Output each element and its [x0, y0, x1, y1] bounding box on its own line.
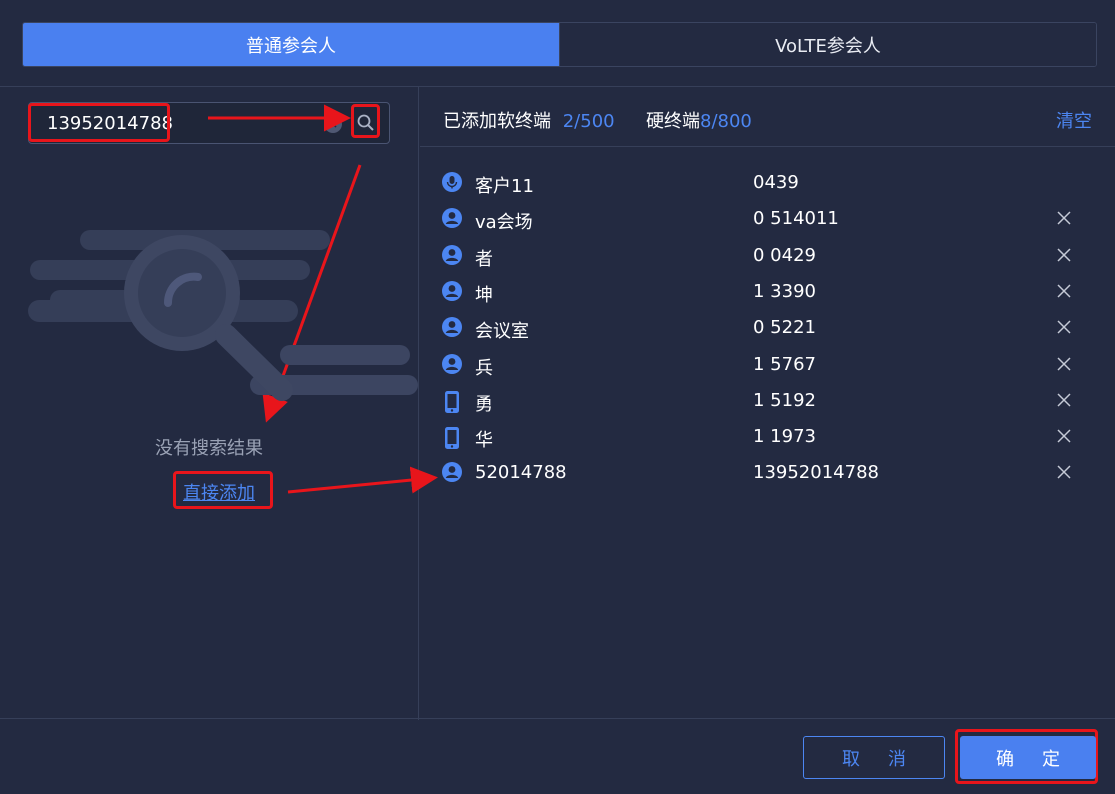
- participant-number: 1 5767: [753, 353, 816, 375]
- participant-row: 华 1 1973: [420, 418, 1115, 454]
- divider: [420, 146, 1115, 147]
- microphone-icon: [442, 172, 462, 194]
- confirm-button[interactable]: 确定: [960, 736, 1096, 779]
- remove-participant-icon[interactable]: [1056, 319, 1072, 335]
- user-icon: [442, 462, 462, 484]
- participant-number: 0 514011: [753, 208, 839, 230]
- phone-icon: [442, 390, 462, 413]
- participant-row: va会场 0 514011: [420, 200, 1115, 236]
- user-icon: [442, 353, 462, 376]
- participant-name: 勇: [475, 393, 493, 415]
- participant-name: 会议室: [475, 321, 529, 343]
- hard-terminal-label: 硬终端: [646, 111, 700, 132]
- participant-name: va会场: [475, 212, 533, 234]
- no-results-message: 没有搜索结果: [155, 438, 263, 459]
- remove-participant-icon[interactable]: [1056, 392, 1072, 408]
- add-directly-link[interactable]: 直接添加: [183, 479, 255, 505]
- participant-name: 客户11: [475, 176, 534, 197]
- participant-row: 客户11 0439: [420, 164, 1115, 200]
- user-icon: [442, 280, 462, 303]
- cancel-button[interactable]: 取消: [803, 736, 945, 779]
- soft-terminal-count: 2/500: [562, 111, 615, 132]
- clear-all-button[interactable]: 清空: [1056, 107, 1092, 133]
- participant-name: 兵: [475, 357, 493, 379]
- participant-name: 者: [475, 248, 493, 270]
- participant-number: 13952014788: [753, 462, 879, 484]
- participant-number: 1 3390: [753, 280, 816, 302]
- annotation-arrow: [287, 466, 438, 494]
- participant-row: 者 0 0429: [420, 237, 1115, 273]
- soft-terminal-label: 已添加软终端: [443, 111, 551, 132]
- remove-participant-icon[interactable]: [1056, 464, 1072, 480]
- participant-row: 52014788 13952014788: [420, 454, 1115, 490]
- hard-terminal-summary: 硬终端8/800: [646, 107, 752, 133]
- participant-name: 52014788: [475, 462, 567, 484]
- remove-participant-icon[interactable]: [1056, 283, 1072, 299]
- participant-number: 1 5192: [753, 389, 816, 411]
- remove-participant-icon[interactable]: [1056, 428, 1072, 444]
- soft-terminal-summary: 已添加软终端 2/500: [443, 107, 615, 133]
- user-icon: [442, 208, 462, 230]
- remove-participant-icon[interactable]: [1056, 210, 1072, 226]
- participant-number: 0 0429: [753, 244, 816, 266]
- remove-participant-icon[interactable]: [1056, 247, 1072, 263]
- user-icon: [442, 317, 462, 339]
- participant-row: 勇 1 5192: [420, 382, 1115, 418]
- user-icon: [442, 244, 462, 267]
- participant-number: 1 1973: [753, 426, 816, 448]
- participant-row: 坤 1 3390: [420, 273, 1115, 309]
- phone-icon: [442, 426, 462, 450]
- participant-name: 坤: [475, 284, 493, 306]
- participant-name: 华: [475, 430, 493, 452]
- remove-participant-icon[interactable]: [1056, 356, 1072, 372]
- participant-row: 会议室 0 5221: [420, 309, 1115, 345]
- hard-terminal-count: 8/800: [700, 111, 752, 132]
- empty-search-illustration: [28, 230, 418, 401]
- participant-number: 0 5221: [753, 317, 816, 339]
- participant-number: 0439: [753, 172, 799, 193]
- participant-row: 兵 1 5767: [420, 346, 1115, 382]
